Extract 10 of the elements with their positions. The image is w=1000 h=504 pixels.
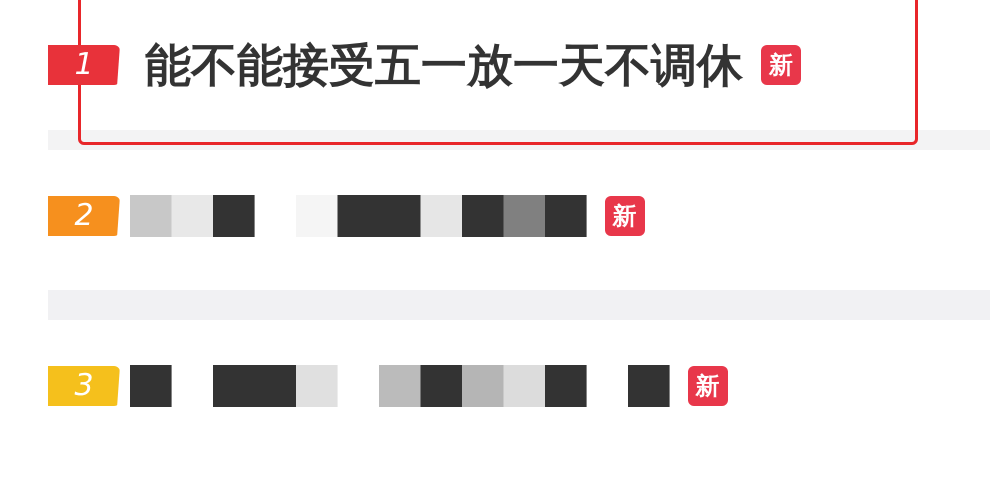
rank-badge: 3	[48, 366, 120, 406]
trending-row[interactable]: 1 能不能接受五一放一天不调休 新	[48, 42, 990, 88]
rank-badge: 1	[48, 45, 120, 85]
new-tag: 新	[604, 196, 644, 236]
trending-row[interactable]: 3 新	[48, 365, 990, 407]
new-tag: 新	[688, 366, 728, 406]
trending-row[interactable]: 2 新	[48, 195, 990, 237]
rank-badge: 2	[48, 196, 120, 236]
new-tag: 新	[761, 45, 801, 85]
topic-title[interactable]: 能不能接受五一放一天不调休	[145, 42, 743, 88]
